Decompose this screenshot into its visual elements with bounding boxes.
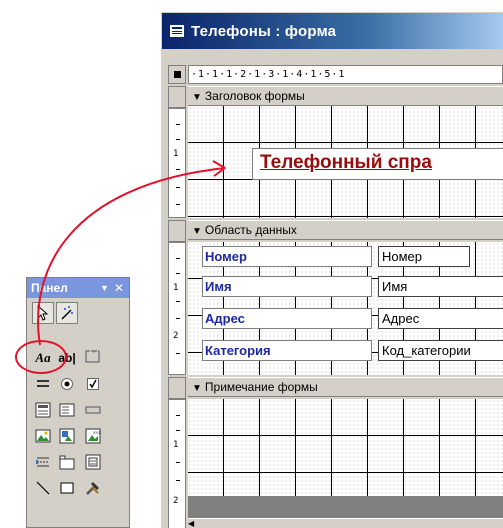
bound-object-frame-tool[interactable]: XYZ	[82, 425, 104, 447]
image-icon	[35, 429, 51, 443]
command-button-icon	[85, 406, 101, 414]
header-title-label[interactable]: Телефонный спра	[252, 148, 503, 180]
section-bar-detail[interactable]: ▼ Область данных	[188, 220, 503, 240]
field-box-imya[interactable]: Имя	[378, 276, 503, 297]
unbound-object-frame-tool[interactable]	[56, 425, 78, 447]
magic-wand-icon	[61, 306, 73, 320]
rectangle-tool[interactable]	[56, 477, 78, 499]
vertical-ruler[interactable]: 1 1 2 1 2	[168, 86, 186, 528]
pointer-icon	[37, 305, 49, 321]
toolbox-title-bar[interactable]: Панел ▼ ✕	[27, 278, 129, 298]
svg-text:xyz: xyz	[91, 348, 97, 353]
detail-section-selector[interactable]	[168, 220, 186, 242]
toggle-button-tool[interactable]	[32, 373, 54, 395]
option-group-icon: xyz	[85, 348, 100, 363]
image-tool[interactable]	[32, 425, 54, 447]
header-section-selector[interactable]	[168, 86, 186, 108]
vertical-ruler-header: 1	[168, 108, 186, 218]
horizontal-ruler[interactable]: ·1·1·1·2·1·3·1·4·1·5·1	[188, 65, 503, 84]
toolbox-panel: Панел ▼ ✕ Aa ab| xyz XYZ	[26, 277, 130, 528]
field-label-nomer[interactable]: Номер	[202, 246, 372, 267]
more-controls-tool[interactable]	[82, 477, 104, 499]
svg-text:XYZ: XYZ	[93, 430, 101, 435]
field-label-adres[interactable]: Адрес	[202, 308, 372, 329]
control-wizards-tool[interactable]	[56, 302, 78, 324]
section-arrow-icon: ▼	[192, 92, 202, 103]
field-label-kategoriya[interactable]: Категория	[202, 340, 372, 361]
section-title: Область данных	[204, 223, 297, 237]
footer-grid[interactable]	[188, 399, 503, 497]
form-selector[interactable]	[168, 65, 186, 84]
toolbox-title: Панел	[31, 281, 68, 295]
close-icon[interactable]: ✕	[114, 278, 124, 298]
section-title: Примечание формы	[204, 380, 318, 394]
ruler-row: ·1·1·1·2·1·3·1·4·1·5·1	[168, 65, 503, 84]
vruler-number: 1	[173, 283, 179, 293]
vruler-number: 1	[173, 440, 179, 450]
horizontal-scrollbar[interactable]: ◀	[188, 518, 503, 528]
subform-tool[interactable]	[82, 451, 104, 473]
page-break-icon	[36, 457, 49, 467]
empty-area	[188, 496, 503, 520]
form-design-window: Телефоны : форма ·1·1·1·2·1·3·1·4·1·5·1 …	[159, 10, 503, 528]
vruler-number: 2	[173, 331, 179, 341]
bound-object-icon: XYZ	[85, 428, 101, 444]
select-objects-tool[interactable]	[32, 302, 54, 324]
list-box-tool[interactable]	[56, 399, 78, 421]
textbox-tool[interactable]: ab|	[56, 347, 78, 369]
field-box-nomer[interactable]: Номер	[378, 246, 470, 267]
window-title: Телефоны : форма	[191, 22, 337, 40]
section-arrow-icon: ▼	[192, 383, 202, 394]
section-bar-footer[interactable]: ▼ Примечание формы	[188, 377, 503, 397]
section-arrow-icon: ▼	[192, 226, 202, 237]
dropdown-icon[interactable]: ▼	[100, 278, 109, 298]
subform-icon	[85, 454, 101, 470]
field-box-kategoriya[interactable]: Код_категории	[378, 340, 503, 361]
vertical-ruler-detail: 1 2	[168, 242, 186, 375]
checkbox-icon	[87, 378, 99, 390]
section-bar-header[interactable]: ▼ Заголовок формы	[188, 86, 503, 106]
footer-section-selector[interactable]	[168, 377, 186, 399]
label-tool[interactable]: Aa	[32, 347, 54, 369]
design-surface: ▼ Заголовок формы Телефонный спра ▼ Област…	[188, 86, 503, 528]
combo-box-icon	[35, 402, 51, 418]
form-icon	[170, 25, 184, 37]
field-label-imya[interactable]: Имя	[202, 276, 372, 297]
tab-control-tool[interactable]	[56, 451, 78, 473]
check-box-tool[interactable]	[82, 373, 104, 395]
hammer-wrench-icon	[86, 482, 99, 495]
vruler-number: 1	[173, 149, 179, 159]
combo-box-tool[interactable]	[32, 399, 54, 421]
toggle-button-icon	[37, 380, 49, 387]
unbound-object-icon	[59, 428, 75, 444]
vruler-number: 2	[173, 496, 179, 506]
radio-button-icon	[61, 378, 73, 390]
rectangle-icon	[60, 482, 74, 494]
tab-control-icon	[59, 455, 75, 470]
section-title: Заголовок формы	[204, 89, 305, 103]
list-box-icon	[59, 403, 75, 417]
command-button-tool[interactable]	[82, 399, 104, 421]
vertical-ruler-footer: 1 2	[168, 399, 186, 528]
page-break-tool[interactable]	[32, 451, 54, 473]
option-group-tool[interactable]: xyz	[82, 345, 104, 367]
scroll-left-icon[interactable]: ◀	[188, 519, 198, 528]
line-icon	[36, 481, 50, 495]
line-tool[interactable]	[32, 477, 54, 499]
option-button-tool[interactable]	[56, 373, 78, 395]
window-title-bar[interactable]: Телефоны : форма	[162, 13, 503, 49]
field-box-adres[interactable]: Адрес	[378, 308, 503, 329]
